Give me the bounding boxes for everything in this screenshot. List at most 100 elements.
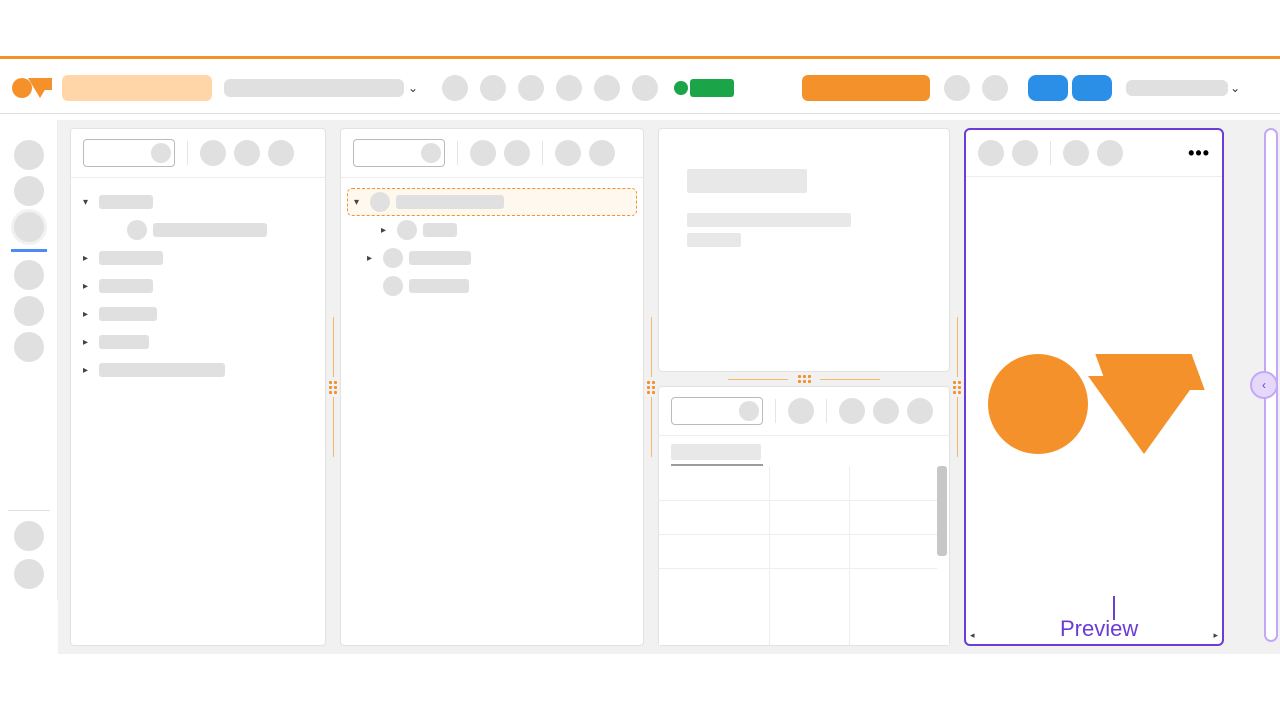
panel-1: ▾ ▸ ▸ ▸ ▸ ▸ <box>70 128 326 646</box>
caret-icon[interactable]: ▾ <box>83 197 93 208</box>
status-indicator-icon <box>674 81 688 95</box>
preview-header: ••• <box>966 130 1222 177</box>
header-action-8[interactable] <box>982 75 1008 101</box>
panel-3b-selector[interactable] <box>671 397 763 425</box>
caret-icon[interactable]: ▸ <box>83 253 93 264</box>
rail-item-0[interactable] <box>14 140 44 170</box>
preview-panel: ••• ◂ ▸ <box>964 128 1224 646</box>
scroll-left-icon[interactable]: ◂ <box>970 630 975 641</box>
preview-content <box>966 177 1222 630</box>
node-label <box>99 307 157 321</box>
panel-3b-action-2[interactable] <box>839 398 865 424</box>
tree-row[interactable]: ▾ <box>77 188 319 216</box>
header-action-3[interactable] <box>518 75 544 101</box>
node-label <box>99 195 153 209</box>
caret-icon[interactable]: ▸ <box>367 253 377 264</box>
header-action-2[interactable] <box>480 75 506 101</box>
header-action-7[interactable] <box>944 75 970 101</box>
header-dropdown-1[interactable] <box>224 79 404 97</box>
panel-1-selector[interactable] <box>83 139 175 167</box>
expand-right-panel-icon[interactable]: ‹ <box>1250 371 1278 399</box>
tree-row[interactable]: ▸ <box>347 244 637 272</box>
row-resize[interactable] <box>658 372 950 386</box>
tree-row[interactable] <box>347 272 637 300</box>
panel-3b-action-1[interactable] <box>788 398 814 424</box>
scroll-right-icon[interactable]: ▸ <box>1213 630 1218 641</box>
more-icon[interactable]: ••• <box>1188 143 1210 164</box>
node-label <box>423 223 457 237</box>
panel-2-selector[interactable] <box>353 139 445 167</box>
chevron-down-icon[interactable]: ⌄ <box>408 81 418 95</box>
caret-icon[interactable]: ▸ <box>83 309 93 320</box>
rail-item-1[interactable] <box>14 176 44 206</box>
panel-1-action-2[interactable] <box>234 140 260 166</box>
header-action-1[interactable] <box>442 75 468 101</box>
form-field-0 <box>687 169 807 193</box>
grid-scrollbar[interactable] <box>937 466 947 556</box>
rail-item-4[interactable] <box>14 296 44 326</box>
caret-icon[interactable]: ▾ <box>354 197 364 208</box>
node-label <box>409 251 471 265</box>
tree-row[interactable]: ▸ <box>77 272 319 300</box>
rail-bottom-0[interactable] <box>14 521 44 551</box>
rail-item-2[interactable] <box>14 212 44 242</box>
primary-action-button[interactable] <box>802 75 930 101</box>
header-action-5[interactable] <box>594 75 620 101</box>
preview-action-3[interactable] <box>1063 140 1089 166</box>
node-label <box>99 279 153 293</box>
column-resize-2[interactable] <box>644 128 658 646</box>
tree-row[interactable]: ▸ <box>77 356 319 384</box>
caret-icon[interactable]: ▸ <box>83 337 93 348</box>
rail-bottom-1[interactable] <box>14 559 44 589</box>
tree-row[interactable]: ▸ <box>77 328 319 356</box>
column-resize-1[interactable] <box>326 128 340 646</box>
panel-2-tree: ▾ ▸ ▸ <box>341 178 643 310</box>
node-label <box>99 335 149 349</box>
tree-row[interactable]: ▾ <box>347 188 637 216</box>
preview-action-4[interactable] <box>1097 140 1123 166</box>
panel-1-action-3[interactable] <box>268 140 294 166</box>
node-icon <box>370 192 390 212</box>
preview-logo-circle <box>988 354 1088 454</box>
rail-bottom <box>0 500 58 710</box>
right-collapsed-panel[interactable]: ‹ <box>1264 128 1278 642</box>
node-label <box>153 223 267 237</box>
node-icon <box>383 276 403 296</box>
tree-row[interactable]: ▸ <box>77 300 319 328</box>
preview-action-1[interactable] <box>978 140 1004 166</box>
tree-row[interactable] <box>77 216 319 244</box>
rail-item-3[interactable] <box>14 260 44 290</box>
tree-row[interactable]: ▸ <box>77 244 319 272</box>
form-field-1 <box>687 213 851 227</box>
panel-2: ▾ ▸ ▸ <box>340 128 644 646</box>
panel-2-action-1[interactable] <box>470 140 496 166</box>
panel-2-action-3[interactable] <box>555 140 581 166</box>
header-action-4[interactable] <box>556 75 582 101</box>
blue-action-1[interactable] <box>1028 75 1068 101</box>
node-label <box>99 363 225 377</box>
panel-1-action-1[interactable] <box>200 140 226 166</box>
header-dropdown-2[interactable] <box>1126 80 1228 96</box>
workspace-selector[interactable] <box>62 75 212 101</box>
tree-row[interactable]: ▸ <box>347 216 637 244</box>
header-action-6[interactable] <box>632 75 658 101</box>
tab-label[interactable] <box>671 444 761 460</box>
chevron-down-icon[interactable]: ⌄ <box>1230 81 1240 95</box>
column-resize-3[interactable] <box>950 128 964 646</box>
caret-icon[interactable]: ▸ <box>83 365 93 376</box>
panel-1-header <box>71 129 325 178</box>
caret-icon[interactable]: ▸ <box>83 281 93 292</box>
form-field-2 <box>687 233 741 247</box>
panel-3b-action-4[interactable] <box>907 398 933 424</box>
panel-2-action-4[interactable] <box>589 140 615 166</box>
preview-action-2[interactable] <box>1012 140 1038 166</box>
panel-2-action-2[interactable] <box>504 140 530 166</box>
panel-3-group <box>658 128 950 646</box>
blue-action-2[interactable] <box>1072 75 1112 101</box>
panel-3b-action-3[interactable] <box>873 398 899 424</box>
caret-icon[interactable]: ▸ <box>381 225 391 236</box>
rail-item-5[interactable] <box>14 332 44 362</box>
node-icon <box>397 220 417 240</box>
accent-bar <box>0 56 1280 59</box>
data-grid[interactable] <box>659 466 949 645</box>
